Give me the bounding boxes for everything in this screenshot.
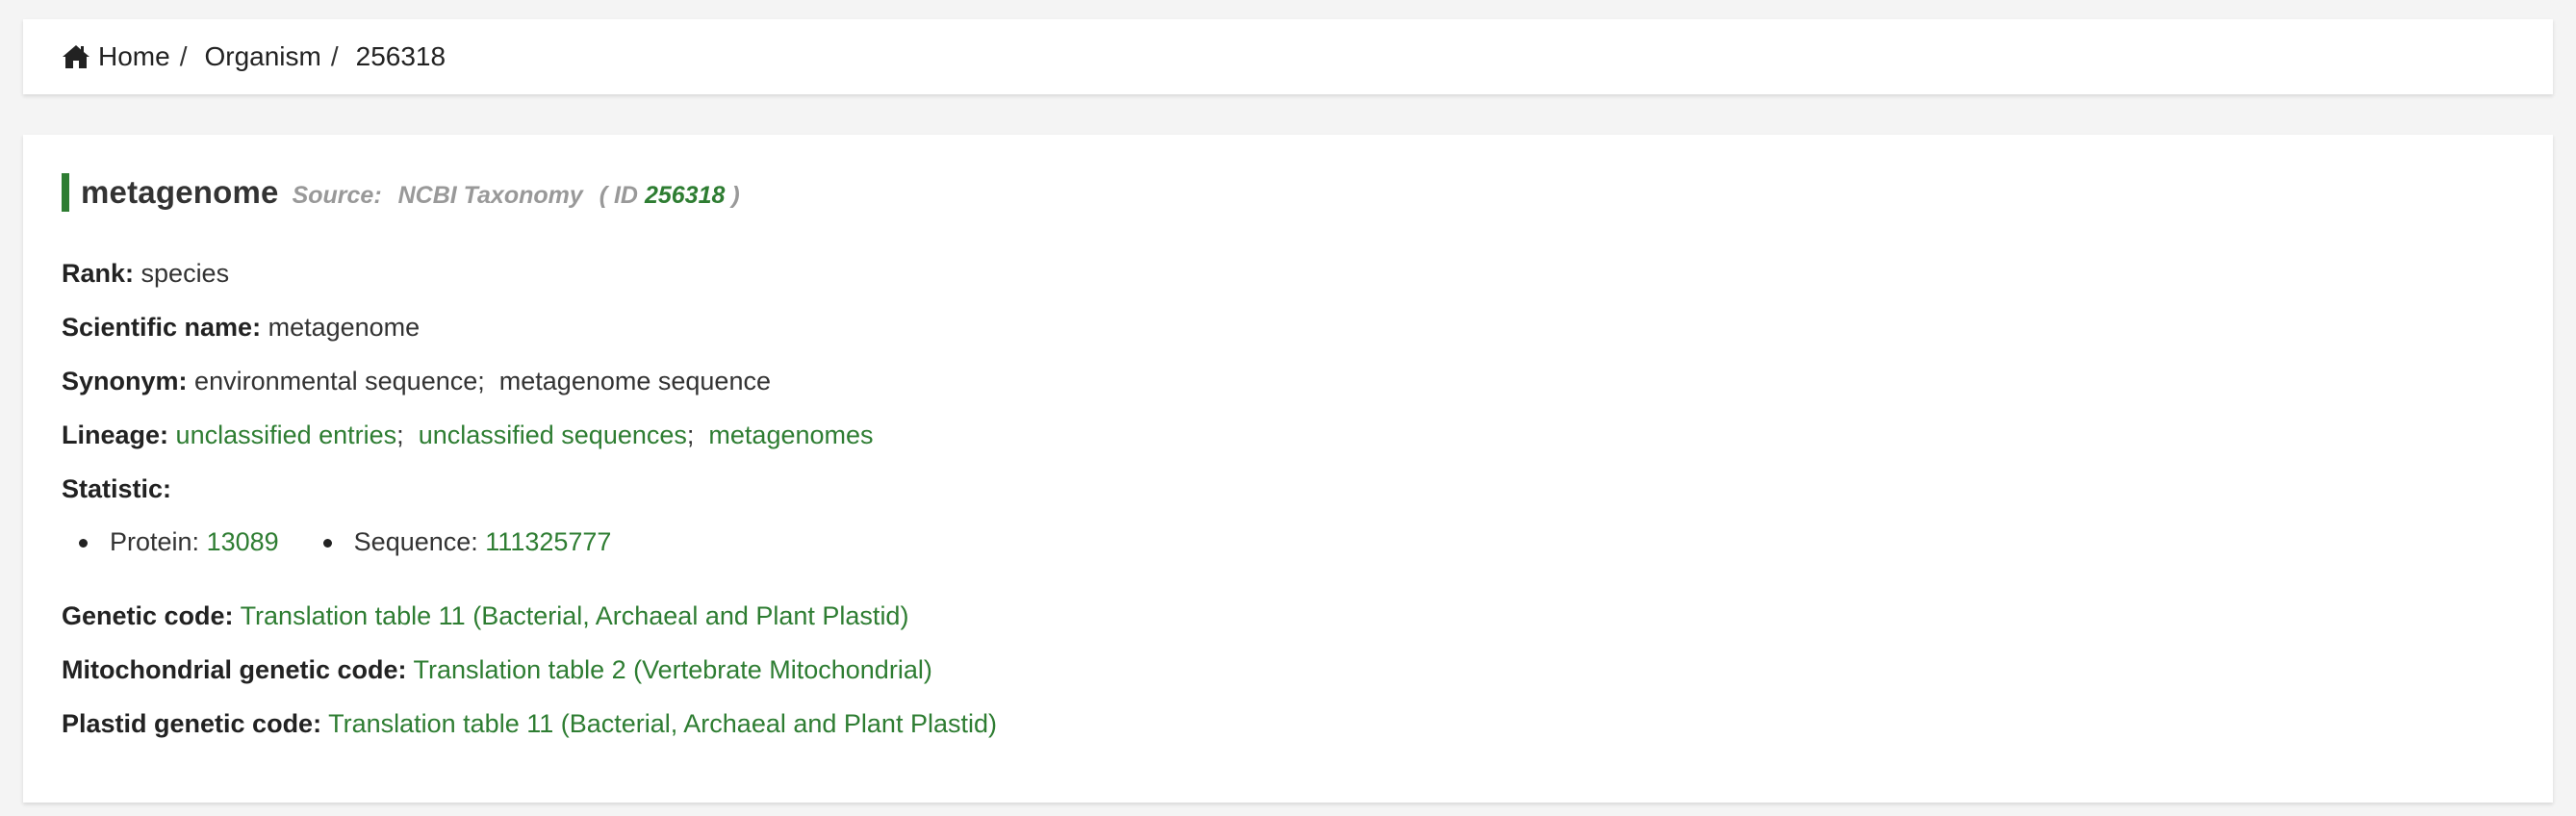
source-name: NCBI Taxonomy <box>397 181 583 209</box>
scientific-name-label: Scientific name: <box>62 313 262 342</box>
lineage-link[interactable]: unclassified sequences <box>419 421 687 449</box>
source-label: Source: <box>292 181 382 209</box>
rank-value: species <box>140 259 230 288</box>
synonym-field: Synonym: environmental sequence; metagen… <box>62 364 771 398</box>
mito-code-field: Mitochondrial genetic code: Translation … <box>62 652 932 687</box>
sequence-count-link[interactable]: 111325777 <box>485 527 611 556</box>
rank-field: Rank: species <box>62 256 229 291</box>
breadcrumb-separator: / <box>179 41 188 71</box>
scientific-name-value: metagenome <box>268 313 421 342</box>
lineage-field: Lineage: unclassified entries; unclassif… <box>62 418 874 452</box>
rank-label: Rank: <box>62 259 135 288</box>
breadcrumb-current: 256318 <box>355 41 446 71</box>
breadcrumb-home-label: Home <box>98 41 170 71</box>
protein-label: Protein: <box>110 527 200 556</box>
source-info: Source: NCBI Taxonomy ( ID 256318 ) <box>293 182 740 210</box>
title-accent-bar <box>62 173 69 212</box>
lineage-link[interactable]: metagenomes <box>708 421 873 449</box>
genetic-code-label: Genetic code: <box>62 601 234 630</box>
id-prefix: ( ID <box>599 181 638 209</box>
statistic-label: Statistic: <box>62 474 172 503</box>
list-item: Sequence: 111325777 <box>306 524 611 559</box>
mito-code-label: Mitochondrial genetic code: <box>62 655 407 684</box>
separator: ; <box>396 421 412 449</box>
synonym-value: metagenome sequence <box>498 367 771 395</box>
genetic-code-field: Genetic code: Translation table 11 (Bact… <box>62 599 908 633</box>
taxonomy-id-link[interactable]: 256318 <box>645 182 725 209</box>
home-icon <box>63 45 89 68</box>
breadcrumb-separator: / <box>330 41 339 71</box>
scientific-name-field: Scientific name: metagenome <box>62 310 420 344</box>
title-row: metagenome Source: NCBI Taxonomy ( ID 25… <box>62 173 2514 212</box>
separator: ; <box>686 421 701 449</box>
id-suffix: ) <box>731 181 740 209</box>
statistic-field: Statistic: <box>62 472 171 506</box>
synonym-value: environmental sequence <box>194 367 478 395</box>
plastid-code-link[interactable]: Translation table 11 (Bacterial, Archaea… <box>328 709 997 738</box>
plastid-code-field: Plastid genetic code: Translation table … <box>62 706 997 741</box>
organism-card: metagenome Source: NCBI Taxonomy ( ID 25… <box>23 135 2553 803</box>
lineage-link[interactable]: unclassified entries <box>176 421 397 449</box>
mito-code-link[interactable]: Translation table 2 (Vertebrate Mitochon… <box>414 655 932 684</box>
breadcrumb-home-link[interactable]: Home <box>62 41 170 72</box>
list-item: Protein: 13089 <box>62 524 279 559</box>
lineage-label: Lineage: <box>62 421 169 449</box>
breadcrumb-organism-link[interactable]: Organism <box>204 41 320 72</box>
sequence-label: Sequence: <box>353 527 478 556</box>
protein-count-link[interactable]: 13089 <box>207 527 279 556</box>
plastid-code-label: Plastid genetic code: <box>62 709 322 738</box>
statistic-list: Protein: 13089 Sequence: 111325777 <box>62 524 638 559</box>
genetic-code-link[interactable]: Translation table 11 (Bacterial, Archaea… <box>241 601 909 630</box>
page-title: metagenome <box>81 174 279 210</box>
breadcrumb: Home / Organism / 256318 <box>23 19 2553 94</box>
synonym-label: Synonym: <box>62 367 188 395</box>
separator: ; <box>477 367 493 395</box>
